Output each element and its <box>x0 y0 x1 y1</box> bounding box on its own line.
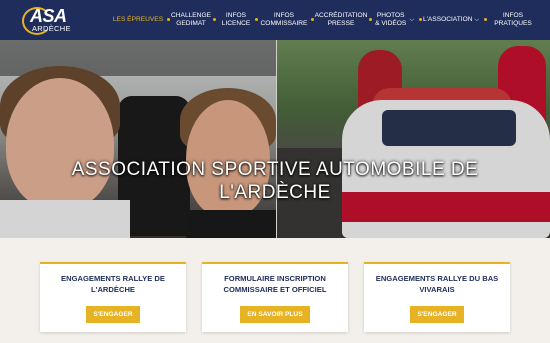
nav-item-label: PHOTOS & VIDÉOS <box>375 12 407 27</box>
nav-item-label: L'ASSOCIATION <box>422 16 473 23</box>
sengager-button[interactable]: S'ENGAGER <box>410 306 464 323</box>
card-formulaire-commissaire: FORMULAIRE INSCRIPTION COMMISSAIRE ET OF… <box>202 262 348 332</box>
nav-item-label: INFOS PRATIQUES <box>494 12 532 27</box>
card-title: ENGAGEMENTS RALLYE DE L'ARDÈCHE <box>61 274 165 294</box>
nav-item-photos[interactable]: PHOTOS & VIDÉOS ⌵ <box>374 0 414 40</box>
nav-item-label: ACCRÉDITATION PRESSE <box>314 12 368 27</box>
nav-separator-dot <box>167 18 170 21</box>
cards-section: ENGAGEMENTS RALLYE DE L'ARDÈCHE S'ENGAGE… <box>0 238 550 343</box>
logo-subtext: ARDÈCHE <box>32 24 71 33</box>
nav-item-licence[interactable]: INFOS LICENCE <box>220 0 252 40</box>
nav-item-label: INFOS COMMISSAIRE <box>260 12 308 27</box>
nav-item-association[interactable]: L'ASSOCIATION ⌵ <box>423 0 479 40</box>
nav-item-label: CHALLENGE GEDIMAT <box>171 12 211 27</box>
en-savoir-plus-button[interactable]: EN SAVOIR PLUS <box>240 306 310 323</box>
nav-item-label: LES ÉPREUVES <box>112 16 164 23</box>
nav-item-challenge[interactable]: CHALLENGE GEDIMAT <box>171 0 211 40</box>
nav-separator-dot <box>484 18 487 21</box>
nav-item-commissaire[interactable]: INFOS COMMISSAIRE <box>260 0 308 40</box>
chevron-down-icon: ⌵ <box>474 17 480 23</box>
sengager-button[interactable]: S'ENGAGER <box>86 306 140 323</box>
main-nav: LES ÉPREUVES CHALLENGE GEDIMAT INFOS LIC… <box>108 0 550 40</box>
nav-item-label: INFOS LICENCE <box>221 12 251 27</box>
nav-separator-dot <box>419 18 422 21</box>
nav-separator-dot <box>213 18 216 21</box>
nav-separator-dot <box>369 18 372 21</box>
site-logo[interactable]: ASA ARDÈCHE <box>18 4 78 37</box>
chevron-down-icon: ⌵ <box>409 17 414 23</box>
nav-item-pratiques[interactable]: INFOS PRATIQUES <box>488 0 538 40</box>
card-engagements-bas-vivarais: ENGAGEMENTS RALLYE DU BAS VIVARAIS S'ENG… <box>364 262 510 332</box>
card-title: ENGAGEMENTS RALLYE DU BAS VIVARAIS <box>375 274 499 294</box>
hero-title: ASSOCIATION SPORTIVE AUTOMOBILE DE L'ARD… <box>71 159 479 203</box>
nav-item-epreuves[interactable]: LES ÉPREUVES <box>110 0 166 40</box>
hero-overlay <box>0 40 550 238</box>
nav-item-presse[interactable]: ACCRÉDITATION PRESSE <box>314 0 368 40</box>
card-title: FORMULAIRE INSCRIPTION COMMISSAIRE ET OF… <box>223 274 327 294</box>
hero-banner: ASSOCIATION SPORTIVE AUTOMOBILE DE L'ARD… <box>0 40 550 238</box>
nav-separator-dot <box>255 18 258 21</box>
nav-separator-dot <box>311 18 314 21</box>
site-header: ASA ARDÈCHE LES ÉPREUVES CHALLENGE GEDIM… <box>0 0 550 40</box>
card-engagements-ardeche: ENGAGEMENTS RALLYE DE L'ARDÈCHE S'ENGAGE… <box>40 262 186 332</box>
